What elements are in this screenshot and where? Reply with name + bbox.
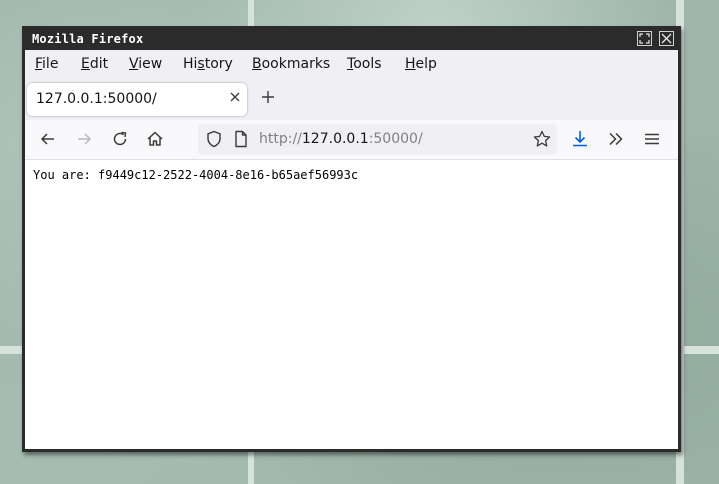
reload-icon[interactable] (109, 128, 131, 150)
page-text: You are: f9449c12-2522-4004-8e16-b65aef5… (33, 168, 359, 182)
menu-help[interactable]: Help (405, 56, 437, 72)
menu-tools[interactable]: Tools (347, 56, 382, 72)
star-icon[interactable] (532, 129, 552, 153)
page-content: You are: f9449c12-2522-4004-8e16-b65aef5… (25, 160, 678, 449)
url-text[interactable]: http://127.0.0.1:50000/ (259, 131, 423, 147)
back-arrow-icon[interactable] (37, 128, 59, 150)
home-icon[interactable] (144, 128, 166, 150)
shield-icon[interactable] (204, 129, 224, 153)
menu-view[interactable]: View (129, 56, 162, 72)
overflow-chevron-icon[interactable] (605, 128, 627, 150)
close-tab-icon[interactable] (227, 89, 243, 109)
browser-client-area: File Edit View History Bookmarks Tools H… (25, 50, 678, 449)
download-icon[interactable] (569, 128, 591, 150)
window-titlebar[interactable]: Mozilla Firefox (22, 26, 681, 50)
tab-title: 127.0.0.1:50000/ (36, 91, 157, 107)
menu-file[interactable]: File (35, 56, 58, 72)
hamburger-menu-icon[interactable] (641, 128, 663, 150)
menu-bar: File Edit View History Bookmarks Tools H… (25, 50, 678, 80)
tab-strip: 127.0.0.1:50000/ (25, 80, 678, 120)
menu-history[interactable]: History (183, 56, 233, 72)
window-title: Mozilla Firefox (32, 32, 144, 46)
close-icon[interactable] (659, 31, 674, 46)
plus-icon[interactable] (260, 85, 276, 114)
menu-edit[interactable]: Edit (81, 56, 108, 72)
firefox-window: Mozilla Firefox File Edit View History B… (22, 26, 681, 452)
navigation-toolbar: http://127.0.0.1:50000/ (25, 120, 678, 160)
maximize-icon[interactable] (637, 31, 652, 46)
page-icon[interactable] (231, 129, 251, 153)
forward-arrow-icon[interactable] (73, 128, 95, 150)
tab-active[interactable]: 127.0.0.1:50000/ (27, 83, 247, 116)
url-bar[interactable]: http://127.0.0.1:50000/ (198, 124, 557, 155)
menu-bookmarks[interactable]: Bookmarks (252, 56, 330, 72)
